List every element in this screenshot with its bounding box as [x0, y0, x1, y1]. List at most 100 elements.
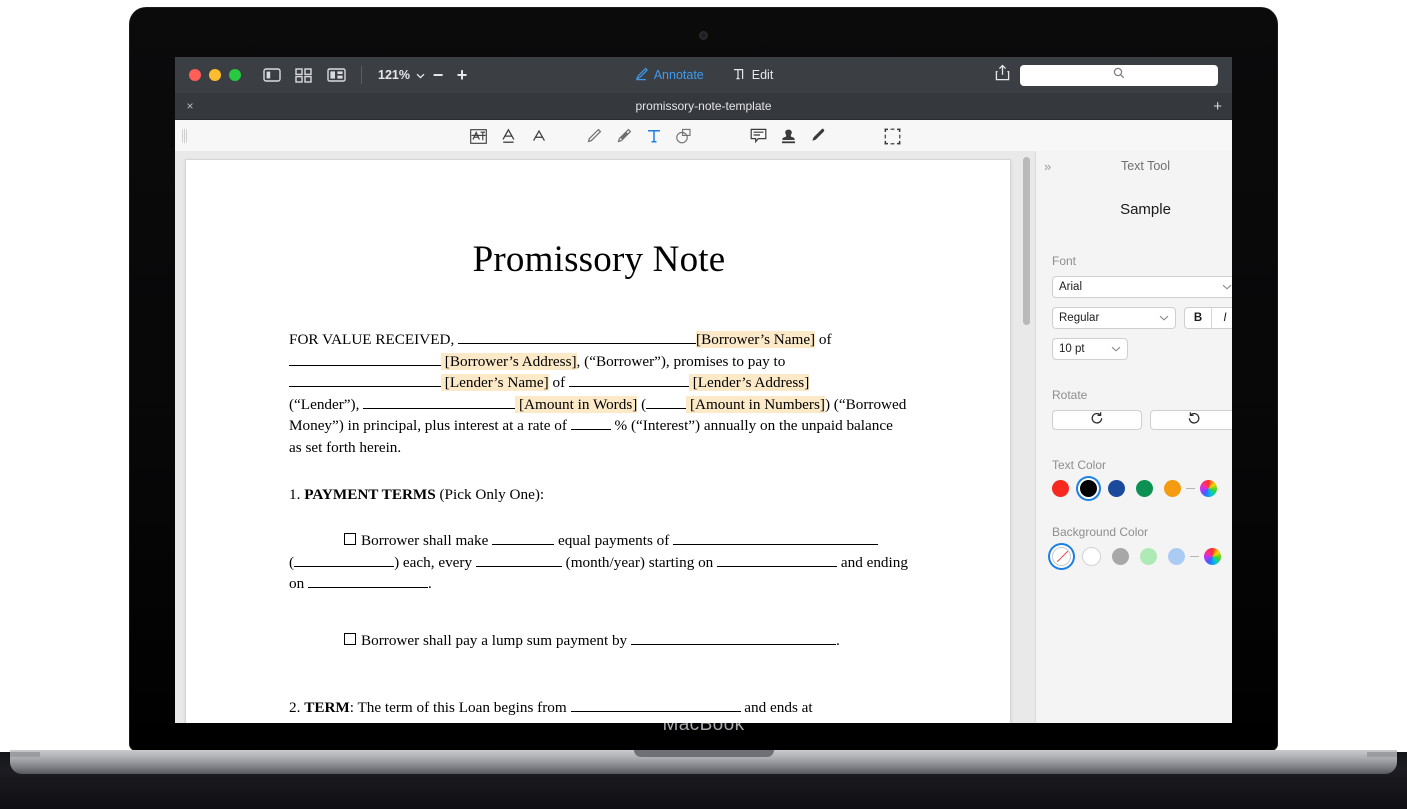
font-family-value: Arial: [1059, 281, 1083, 293]
maximize-window-button[interactable]: [229, 69, 241, 81]
blank-line[interactable]: [294, 565, 395, 567]
checkbox-lump-sum[interactable]: [344, 632, 356, 645]
text-color-blue[interactable]: [1108, 480, 1125, 497]
pencil-icon[interactable]: [579, 123, 609, 149]
section-suffix: (Pick Only One):: [435, 485, 545, 503]
highlighter-icon[interactable]: [609, 123, 639, 149]
select-text-icon[interactable]: [463, 123, 493, 149]
blank-line[interactable]: [492, 544, 555, 546]
crop-selection-icon[interactable]: [877, 123, 907, 149]
strikethrough-text-icon[interactable]: [523, 123, 553, 149]
text-color-green[interactable]: [1136, 480, 1153, 497]
background-color-wheel-icon[interactable]: [1204, 548, 1221, 565]
font-size-select[interactable]: 10 pt: [1052, 338, 1128, 360]
laptop-foot-right: [1367, 752, 1397, 757]
placeholder-borrower-name: [Borrower’s Name]: [696, 331, 816, 348]
text-color-red[interactable]: [1052, 480, 1069, 497]
zoom-in-button[interactable]: +: [451, 66, 473, 84]
view-mode-buttons: [263, 67, 346, 83]
font-style-select[interactable]: Regular: [1052, 307, 1176, 329]
text-color-orange[interactable]: [1164, 480, 1181, 497]
rotate-section-label: Rotate: [1052, 388, 1088, 402]
annotate-mode-button[interactable]: Annotate: [634, 67, 704, 84]
option-text: .: [835, 631, 840, 649]
app-window: 121% − + Annotate Edit × promissory-note…: [175, 57, 1232, 723]
clause-text: (“Lender”),: [289, 395, 364, 413]
background-color-white[interactable]: [1082, 547, 1101, 566]
share-icon[interactable]: [995, 64, 1010, 86]
panel-title: Text Tool: [1120, 159, 1171, 173]
rotate-clockwise-button[interactable]: [1149, 410, 1232, 430]
blank-line[interactable]: [630, 643, 836, 645]
scrollbar-thumb[interactable]: [1023, 157, 1030, 325]
sidebar-view-icon[interactable]: [263, 67, 281, 83]
toolbar-drag-handle[interactable]: [182, 129, 187, 143]
section-number: 1.: [289, 485, 301, 503]
background-color-light-blue[interactable]: [1168, 548, 1185, 565]
rotate-clockwise-icon: [1187, 411, 1201, 429]
zoom-out-button[interactable]: −: [427, 66, 449, 84]
minimize-window-button[interactable]: [209, 69, 221, 81]
blank-line[interactable]: [717, 565, 838, 567]
option-text: ) each, every: [394, 553, 476, 571]
tab-title[interactable]: promissory-note-template: [175, 99, 1232, 113]
interest-rate-field[interactable]: [570, 429, 611, 431]
shapes-icon[interactable]: [669, 123, 699, 149]
text-color-swatches: [1052, 480, 1232, 497]
search-input[interactable]: [1020, 64, 1218, 86]
option-text: Borrower shall make: [361, 532, 493, 550]
clause-text: , (“Borrower”), promises to pay to: [576, 352, 786, 370]
blank-line[interactable]: [289, 386, 441, 388]
placeholder-lender-name: [Lender’s Name]: [441, 374, 549, 392]
text-tool-icon[interactable]: [639, 123, 669, 149]
split-view-icon[interactable]: [327, 67, 346, 83]
bold-button[interactable]: B: [1185, 308, 1212, 328]
checkbox-installments[interactable]: [344, 533, 356, 546]
background-color-none[interactable]: [1052, 547, 1071, 566]
annotation-toolbar: [175, 120, 1232, 153]
placeholder-amount-words: [Amount in Words]: [515, 395, 638, 413]
edit-mode-button[interactable]: Edit: [732, 67, 774, 84]
section-1-heading: 1. PAYMENT TERMS (Pick Only One):: [289, 484, 909, 506]
vertical-scrollbar[interactable]: [1023, 157, 1030, 723]
chevron-double-right-icon[interactable]: »: [1044, 159, 1051, 174]
note-comment-icon[interactable]: [743, 123, 773, 149]
edit-mode-label: Edit: [751, 68, 774, 82]
signature-icon[interactable]: [803, 123, 833, 149]
blank-line[interactable]: [475, 565, 562, 567]
zoom-control[interactable]: 121% − +: [378, 66, 473, 84]
font-style-value: Regular: [1059, 312, 1100, 324]
close-window-button[interactable]: [189, 69, 201, 81]
text-color-wheel-icon[interactable]: [1200, 480, 1217, 497]
underline-text-icon[interactable]: [493, 123, 523, 149]
text-color-black[interactable]: [1080, 480, 1097, 497]
blank-line[interactable]: [363, 407, 516, 409]
blank-line[interactable]: [646, 407, 687, 409]
document-viewer: Promissory Note FOR VALUE RECEIVED, [Bor…: [175, 151, 1035, 723]
chevron-down-icon[interactable]: [416, 68, 425, 82]
clause-text: (: [637, 395, 647, 413]
background-color-light-green[interactable]: [1140, 548, 1157, 565]
section-text: : The term of this Loan begins from: [349, 698, 571, 716]
payment-option-lump-sum: Borrower shall pay a lump sum payment by…: [289, 630, 909, 652]
blank-line[interactable]: [570, 710, 741, 712]
option-text: .: [427, 575, 432, 593]
italic-button[interactable]: I: [1212, 308, 1232, 328]
toolbar-divider: [361, 66, 362, 84]
chevron-down-icon: [1222, 282, 1232, 292]
blank-line[interactable]: [568, 386, 689, 388]
blank-line[interactable]: [289, 364, 441, 366]
window-controls: [189, 69, 241, 81]
paragraph-for-value-received: FOR VALUE RECEIVED, [Borrower’s Name] of…: [289, 329, 909, 459]
payment-option-installments: Borrower shall make equal payments of ()…: [289, 530, 909, 595]
font-family-select[interactable]: Arial: [1052, 276, 1232, 298]
blank-line[interactable]: [458, 343, 697, 344]
background-color-gray[interactable]: [1112, 548, 1129, 565]
rotate-counterclockwise-button[interactable]: [1052, 410, 1142, 430]
stamp-icon[interactable]: [773, 123, 803, 149]
document-title: Promissory Note: [472, 239, 726, 280]
blank-line[interactable]: [307, 587, 428, 589]
blank-line[interactable]: [673, 544, 879, 546]
bold-italic-group: B I: [1184, 307, 1232, 329]
grid-view-icon[interactable]: [295, 67, 313, 83]
